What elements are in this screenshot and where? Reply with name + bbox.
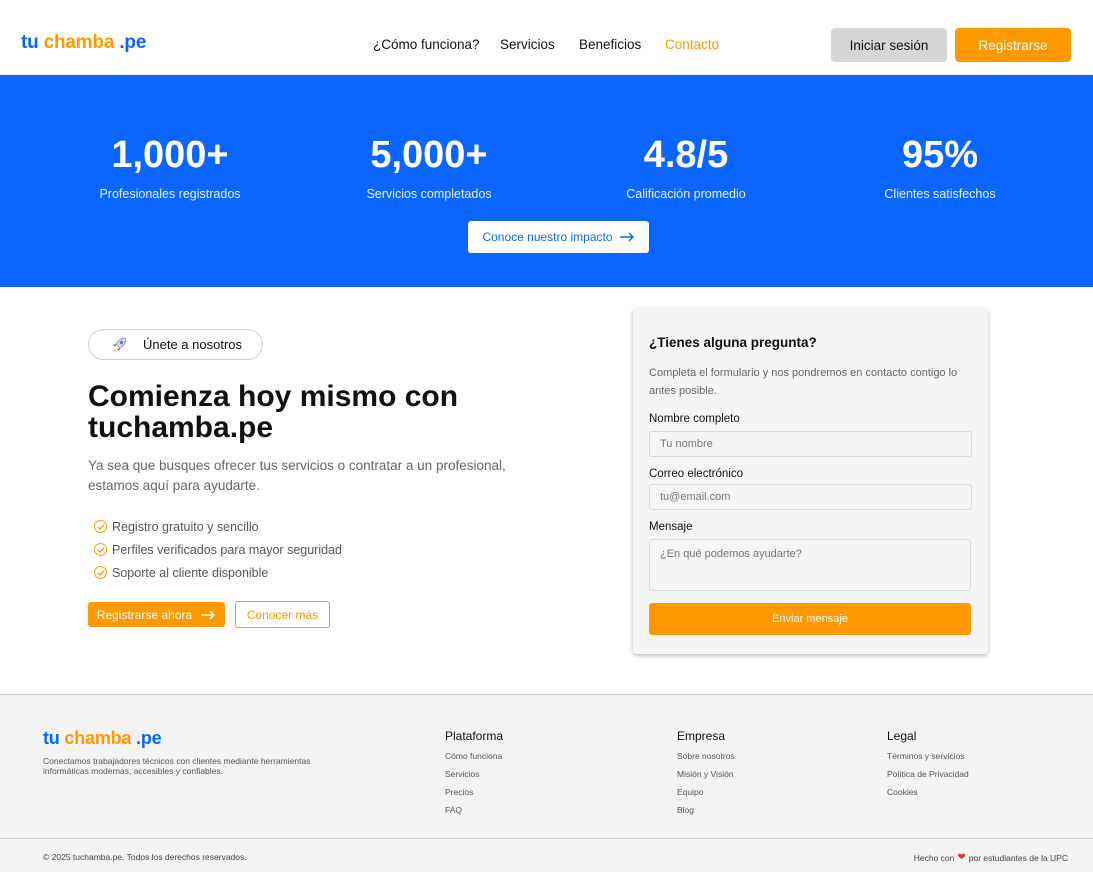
name-field[interactable] bbox=[649, 431, 972, 457]
stat-value: 5,000+ bbox=[370, 134, 488, 176]
check-circle-icon bbox=[94, 520, 107, 533]
register-now-label: Registrarse ahora bbox=[96, 607, 193, 622]
stat-value: 95% bbox=[901, 134, 979, 176]
footer-divider bbox=[0, 838, 1093, 839]
made-by-prefix: Hecho con bbox=[913, 852, 955, 863]
nav-como-funciona[interactable]: ¿Cómo funciona? bbox=[373, 37, 480, 52]
site-footer: tu chamba .pe Conectamos trabajadores té… bbox=[0, 694, 1093, 872]
check-circle-icon bbox=[94, 566, 107, 579]
form-description: Completa el formulario y nos pondremos e… bbox=[649, 367, 958, 397]
logo-pe: .pe bbox=[119, 32, 147, 53]
nav-beneficios[interactable]: Beneficios bbox=[579, 37, 641, 52]
stat-services: 5,000+ Servicios completados bbox=[319, 133, 539, 201]
footer-link[interactable]: Misión y Visión bbox=[677, 769, 735, 787]
footer-column-company: Empresa Sobre nosotros Misión y Visión E… bbox=[677, 729, 735, 823]
footer-column-legal: Legal Términos y servicios Política de P… bbox=[887, 729, 969, 805]
cta-subtitle: Ya sea que busques ofrecer tus servicios… bbox=[88, 458, 506, 493]
cta-headline-line1: Comienza hoy mismo con bbox=[88, 380, 459, 413]
login-button[interactable]: Iniciar sesión bbox=[831, 28, 947, 62]
footer-link[interactable]: Servicios bbox=[445, 769, 503, 787]
footer-link[interactable]: Cómo funciona bbox=[445, 751, 503, 769]
nav-servicios[interactable]: Servicios bbox=[500, 37, 555, 52]
send-message-button[interactable]: Enviar mensaje bbox=[649, 603, 971, 635]
nav-contacto[interactable]: Contacto bbox=[665, 37, 719, 52]
join-us-pill: Únete a nosotros bbox=[88, 329, 263, 360]
stats-section: 1,000+ Profesionales registrados 5,000+ … bbox=[0, 75, 1093, 287]
email-label: Correo electrónico bbox=[649, 468, 743, 480]
made-by-suffix: por estudiantes de la UPC bbox=[968, 852, 1068, 863]
footer-link[interactable]: Sobre nosotros bbox=[677, 751, 735, 769]
list-item: Registro gratuito y sencillo bbox=[94, 515, 342, 538]
arrow-right-icon bbox=[619, 232, 634, 242]
footer-link[interactable]: Equipo bbox=[677, 787, 735, 805]
footer-logo[interactable]: tu chamba .pe bbox=[43, 728, 162, 749]
arrow-right-icon bbox=[201, 610, 216, 619]
footer-column-platform: Plataforma Cómo funciona Servicios Preci… bbox=[445, 729, 503, 823]
cta-headline: Comienza hoy mismo con tuchamba.pe bbox=[88, 381, 558, 443]
footer-link[interactable]: Términos y servicios bbox=[887, 751, 969, 769]
stat-rating: 4.8/5 Calificación promedio bbox=[576, 133, 796, 201]
stat-label: Profesionales registrados bbox=[99, 187, 241, 201]
join-us-label: Únete a nosotros bbox=[143, 337, 243, 352]
logo-tu: tu bbox=[43, 728, 60, 748]
footer-link[interactable]: Blog bbox=[677, 805, 735, 823]
message-field[interactable] bbox=[649, 539, 971, 591]
impact-button-label: Conoce nuestro impacto bbox=[482, 230, 613, 244]
stat-satisfaction: 95% Clientes satisfechos bbox=[830, 133, 1050, 201]
stat-label: Servicios completados bbox=[366, 187, 492, 201]
copyright-text: © 2025 tuchamba.pe. Todos los derechos r… bbox=[43, 852, 247, 862]
learn-more-button[interactable]: Conocer más bbox=[235, 601, 330, 628]
footer-column-title: Plataforma bbox=[445, 729, 504, 743]
footer-link[interactable]: Precios bbox=[445, 787, 503, 805]
cta-headline-line2: tuchamba.pe bbox=[88, 411, 274, 444]
benefit-text: Registro gratuito y sencillo bbox=[112, 519, 259, 534]
footer-column-title: Empresa bbox=[677, 729, 726, 743]
list-item: Soporte al cliente disponible bbox=[94, 561, 342, 584]
logo-tu: tu bbox=[21, 32, 39, 53]
stat-value: 4.8/5 bbox=[643, 134, 729, 176]
message-label: Mensaje bbox=[649, 521, 693, 533]
register-now-button[interactable]: Registrarse ahora bbox=[88, 602, 225, 627]
made-by-text: Hecho con ❤ por estudiantes de la UPC bbox=[914, 852, 1068, 863]
list-item: Perfiles verificados para mayor segurida… bbox=[94, 538, 342, 561]
site-header: tu chamba .pe ¿Cómo funciona? Servicios … bbox=[0, 0, 1093, 75]
footer-link[interactable]: Política de Privacidad bbox=[887, 769, 969, 787]
stat-professionals: 1,000+ Profesionales registrados bbox=[60, 133, 280, 201]
benefit-text: Perfiles verificados para mayor segurida… bbox=[112, 542, 342, 557]
footer-column-title: Legal bbox=[887, 729, 917, 743]
stat-label: Calificación promedio bbox=[626, 187, 746, 201]
logo-chamba: chamba bbox=[64, 728, 132, 748]
check-circle-icon bbox=[94, 543, 107, 556]
footer-link[interactable]: FAQ bbox=[445, 805, 503, 823]
logo-chamba: chamba bbox=[43, 32, 115, 53]
form-title: ¿Tienes alguna pregunta? bbox=[649, 335, 817, 350]
brand-logo[interactable]: tu chamba .pe bbox=[21, 32, 146, 54]
rocket-icon bbox=[113, 337, 127, 352]
logo-pe: .pe bbox=[136, 728, 162, 748]
register-button[interactable]: Registrarse bbox=[955, 28, 1071, 62]
heart-icon: ❤ bbox=[957, 852, 966, 863]
email-field[interactable] bbox=[649, 484, 972, 510]
contact-form-card: ¿Tienes alguna pregunta? Completa el for… bbox=[633, 308, 988, 654]
impact-button[interactable]: Conoce nuestro impacto bbox=[468, 221, 649, 253]
stat-label: Clientes satisfechos bbox=[884, 187, 996, 201]
name-label: Nombre completo bbox=[649, 413, 740, 425]
benefits-list: Registro gratuito y sencillo Perfiles ve… bbox=[94, 515, 342, 584]
footer-tagline: Conectamos trabajadores técnicos con cli… bbox=[43, 756, 311, 776]
benefit-text: Soporte al cliente disponible bbox=[112, 565, 269, 580]
stat-value: 1,000+ bbox=[111, 134, 229, 176]
footer-link[interactable]: Cookies bbox=[887, 787, 969, 805]
